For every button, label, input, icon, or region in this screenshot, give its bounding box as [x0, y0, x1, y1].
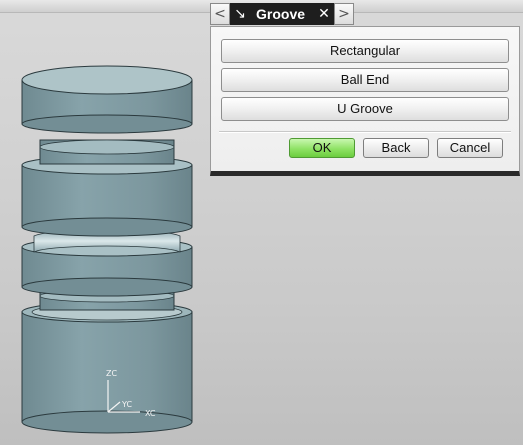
ball-end-option-button[interactable]: Ball End: [221, 68, 509, 92]
model-base-cylinder: [21, 301, 193, 434]
triad-x-label: XC: [145, 409, 156, 418]
back-button[interactable]: Back: [363, 138, 429, 158]
triad-z-label: ZC: [106, 369, 117, 378]
cancel-button[interactable]: Cancel: [437, 138, 503, 158]
model-top-disk: [21, 65, 193, 134]
u-groove-option-button[interactable]: U Groove: [221, 97, 509, 121]
model-rect-groove: [39, 139, 175, 165]
dialog-title-bar[interactable]: < ↘ Groove ✕ >: [210, 3, 354, 25]
dialog-title: Groove: [250, 3, 314, 25]
rectangular-option-button[interactable]: Rectangular: [221, 39, 509, 63]
button-separator: [219, 131, 511, 133]
ok-button[interactable]: OK: [289, 138, 355, 158]
model-disk-upper: [21, 155, 193, 237]
back-arrow-icon[interactable]: <: [210, 3, 230, 25]
triad-y-label: YC: [121, 400, 132, 409]
close-x-icon[interactable]: ✕: [314, 3, 334, 25]
pin-arrow-icon[interactable]: ↘: [230, 3, 250, 25]
groove-dialog-panel: Rectangular Ball End U Groove OK Back Ca…: [210, 26, 520, 176]
forward-arrow-icon[interactable]: >: [334, 3, 354, 25]
